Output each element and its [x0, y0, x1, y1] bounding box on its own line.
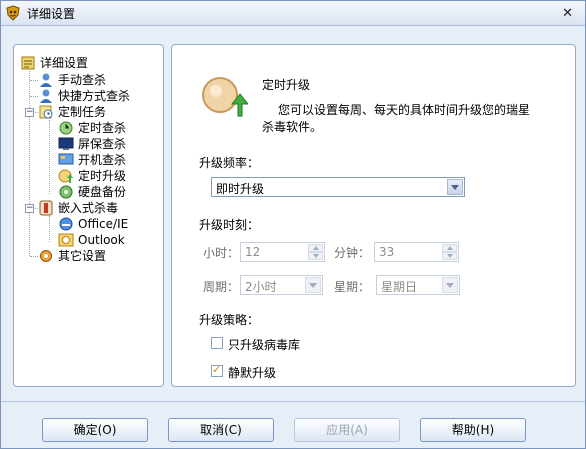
weekday-label: 星期：: [334, 280, 371, 294]
upgrade-icon: [202, 77, 248, 117]
silent-upgrade-label: 静默升级: [228, 366, 277, 380]
cancel-button[interactable]: 取消(C): [168, 418, 274, 442]
spin-up-icon: [442, 244, 457, 252]
startup-icon: [58, 153, 74, 165]
tree-item-label: 快捷方式查杀: [58, 89, 131, 103]
period-label: 周期：: [203, 280, 240, 294]
time-label: 升级时刻：: [199, 218, 260, 232]
tree-item-label: 定时升级: [78, 169, 127, 183]
hour-label: 小时：: [203, 246, 240, 260]
embedded-antivirus-icon: [39, 200, 53, 216]
content-description-cont: 杀毒软件。: [262, 120, 323, 134]
title-bar[interactable]: 详细设置 ✕: [1, 1, 585, 26]
settings-window: 详细设置 ✕ 详细设置 手动查杀 快捷方式查杀 − 定制任务 定时查杀 屏保查杀…: [0, 0, 586, 449]
hour-spinner[interactable]: 12: [240, 242, 325, 262]
collapse-icon[interactable]: −: [25, 108, 34, 117]
collapse-icon[interactable]: −: [25, 204, 34, 213]
tree-item-label: 开机查杀: [78, 153, 127, 167]
only-virus-db-label: 只升级病毒库: [228, 338, 301, 352]
only-virus-db-checkbox[interactable]: [211, 337, 223, 349]
window-title: 详细设置: [27, 7, 76, 21]
tree-item-label: 其它设置: [58, 249, 107, 263]
content-description: 您可以设置每周、每天的具体时间升级您的瑞星: [278, 103, 531, 117]
tree-item-label: 定制任务: [58, 105, 107, 119]
content-heading: 定时升级: [262, 78, 311, 92]
content-panel: 定时升级 您可以设置每周、每天的具体时间升级您的瑞星 杀毒软件。 升级频率： 即…: [171, 44, 576, 387]
tree-item-label: Office/IE: [78, 217, 129, 231]
settings-tree: 详细设置 手动查杀 快捷方式查杀 − 定制任务 定时查杀 屏保查杀 开机查杀 定…: [13, 44, 164, 387]
spin-up-icon: [308, 244, 323, 252]
frequency-select[interactable]: 即时升级: [211, 177, 465, 197]
clock-scan-icon: [59, 121, 73, 135]
settings-root-icon: [21, 56, 35, 70]
minute-spinner[interactable]: 33: [374, 242, 459, 262]
tree-item-label: 嵌入式杀毒: [58, 201, 119, 215]
scheduled-task-icon: [39, 105, 53, 119]
minute-label: 分钟：: [334, 246, 371, 260]
gear-icon: [40, 250, 52, 262]
apply-button[interactable]: 应用(A): [294, 418, 400, 442]
chevron-down-icon[interactable]: [442, 277, 458, 293]
chevron-down-icon[interactable]: [305, 277, 321, 293]
spin-down-icon: [308, 252, 323, 260]
silent-upgrade-checkbox[interactable]: [211, 363, 223, 377]
tree-item-label: 手动查杀: [58, 73, 107, 87]
close-icon[interactable]: ✕: [562, 6, 573, 21]
tree-item-label: Outlook: [78, 233, 125, 247]
tree-item-label: 屏保查杀: [78, 137, 127, 151]
period-select[interactable]: 2小时: [240, 275, 323, 295]
screensaver-icon: [58, 137, 74, 150]
tree-item-label: 硬盘备份: [78, 185, 127, 199]
rising-app-icon: [6, 5, 20, 21]
weekday-select[interactable]: 星期日: [376, 275, 460, 295]
outlook-icon: [58, 233, 74, 247]
upgrade-icon: [58, 169, 73, 183]
strategy-label: 升级策略：: [199, 313, 260, 327]
tree-item-label: 定时查杀: [78, 121, 127, 135]
ok-button[interactable]: 确定(O): [42, 418, 148, 442]
chevron-down-icon[interactable]: [447, 179, 463, 195]
user-icon: [40, 89, 52, 103]
frequency-label: 升级频率：: [199, 156, 260, 170]
user-icon: [40, 73, 52, 87]
office-ie-icon: [59, 217, 73, 231]
divider: [1, 401, 585, 402]
spin-down-icon: [442, 252, 457, 260]
help-button[interactable]: 帮助(H): [420, 418, 526, 442]
disk-backup-icon: [59, 185, 73, 199]
